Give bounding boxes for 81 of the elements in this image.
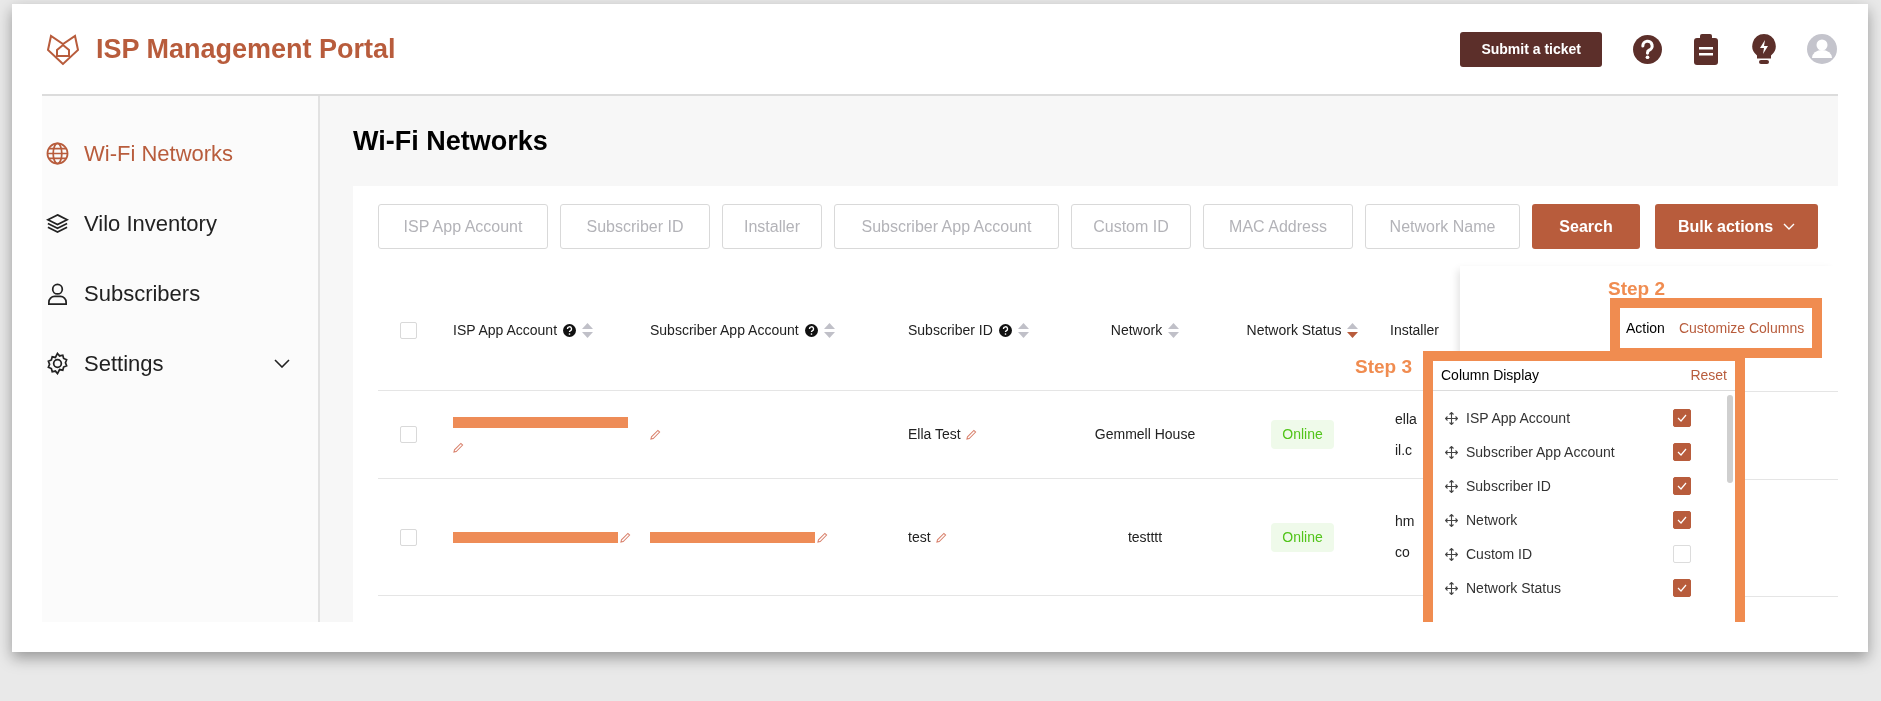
check-icon [1677,516,1687,524]
help-icon[interactable] [563,324,577,337]
help-icon[interactable] [804,324,818,337]
sidebar-item[interactable]: Wi-Fi Networks [42,118,318,188]
filter-field[interactable]: MAC Address [1203,204,1353,249]
edit-icon[interactable] [650,429,661,440]
sidebar-item[interactable]: Subscribers [42,258,318,328]
column-option: Subscriber ID [1466,475,1673,497]
clipboard-icon[interactable] [1693,33,1719,65]
drag-handle-icon[interactable] [1445,411,1458,425]
edit-icon[interactable] [620,531,631,543]
column-option: ISP App Account [1466,407,1673,429]
column-header: Installer [1390,321,1440,340]
filter-field[interactable]: ISP App Account [378,204,548,249]
edit-icon[interactable] [965,429,977,440]
page-title: Wi-Fi Networks [353,124,549,158]
panel-title: Column Display [1441,366,1540,385]
column-header: Network [1110,321,1163,340]
checkbox[interactable] [1673,409,1691,427]
scrollbar[interactable] [1727,395,1733,483]
filter-field[interactable]: Network Name [1365,204,1520,249]
column-header: Action [1626,318,1665,338]
layers-icon [46,211,69,235]
drag-handle-icon[interactable] [1445,513,1458,527]
step-label: Step 3 [1355,355,1413,379]
table-cell-text: hm [1395,512,1415,531]
table-cell-text: ella [1395,409,1417,429]
sidebar-item[interactable]: Settings [42,328,318,398]
search-button[interactable]: Search [1532,204,1640,249]
reset-button[interactable]: Reset [1690,365,1727,386]
customize-columns-link[interactable]: Customize Columns [1678,317,1805,339]
step-label: Step 2 [1608,277,1666,301]
globe-icon [46,141,69,165]
column-option: Subscriber App Account [1466,441,1673,463]
checkbox[interactable] [1673,477,1691,495]
lightbulb-icon[interactable] [1751,33,1777,65]
column-header: Network Status [1246,321,1342,340]
table-cell-text: test [908,527,931,547]
drag-handle-icon[interactable] [1445,581,1458,595]
help-icon[interactable] [1632,33,1663,65]
filter-field[interactable]: Subscriber App Account [834,204,1059,249]
filter-field[interactable]: Subscriber ID [560,204,710,249]
check-icon [1677,482,1687,490]
column-option: Network [1466,509,1673,531]
drag-handle-icon[interactable] [1445,479,1458,493]
column-header: Subscriber ID [908,321,993,340]
settings-icon [46,351,69,375]
sort-icon[interactable] [1347,323,1359,338]
table-cell-text: Ella Test [908,425,961,444]
help-icon[interactable] [998,324,1012,337]
edit-icon[interactable] [453,441,464,453]
column-option: Custom ID [1466,543,1673,565]
filter-field[interactable]: Installer [722,204,822,249]
check-icon [1677,448,1687,456]
column-header: ISP App Account [453,321,558,340]
chevron-down-icon [1783,223,1796,230]
logo-icon [45,32,81,66]
table-cell-text: Gemmell House [1094,425,1196,444]
status-badge: Online [1271,522,1334,552]
filter-field[interactable]: Custom ID [1071,204,1191,249]
edit-icon[interactable] [817,531,828,543]
table-cell-text: il.c [1395,440,1413,460]
bulk-actions-button[interactable]: Bulk actions [1655,204,1818,249]
column-option: Network Status [1466,577,1673,599]
table-cell-text: testttt [1127,527,1163,547]
drag-handle-icon[interactable] [1445,445,1458,459]
check-icon [1677,584,1687,592]
column-header: Subscriber App Account [650,321,799,340]
table-cell-text: co [1395,543,1410,562]
sidebar-item[interactable]: Vilo Inventory [42,188,318,258]
checkbox[interactable] [1673,443,1691,461]
checkbox[interactable] [1673,579,1691,597]
edit-icon[interactable] [935,531,947,543]
person-icon [46,281,69,305]
status-badge: Online [1271,420,1334,449]
drag-handle-icon[interactable] [1445,547,1458,561]
submit-ticket-button[interactable]: Submit a ticket [1460,31,1602,67]
chevron-down-icon [274,358,290,368]
checkbox[interactable] [1673,511,1691,529]
app-title: ISP Management Portal [96,32,396,66]
check-icon [1677,414,1687,422]
